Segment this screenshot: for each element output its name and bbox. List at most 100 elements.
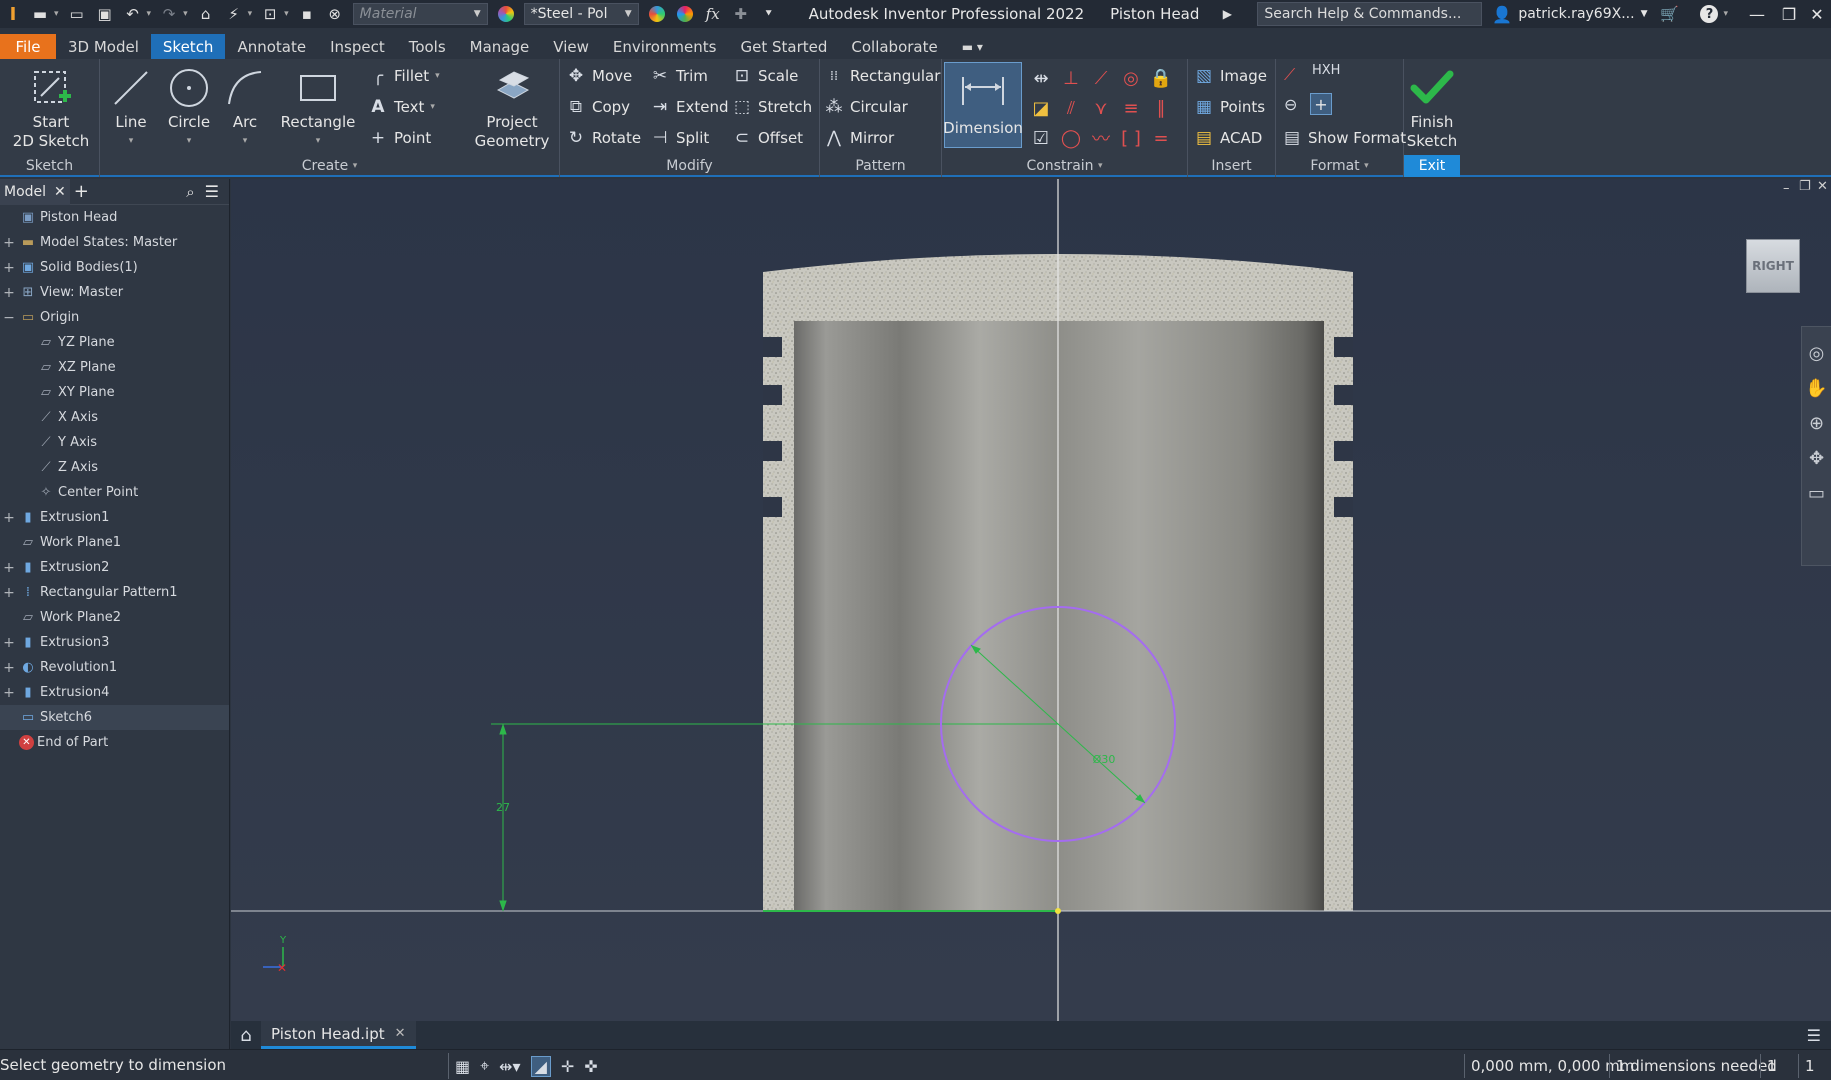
text-button[interactable]: A Text ▾ [368, 94, 434, 120]
undo-dropdown-caret[interactable]: ▾ [147, 9, 152, 19]
expand-icon[interactable]: + [2, 685, 16, 701]
redo-dropdown-caret[interactable]: ▾ [183, 9, 188, 19]
copy-button[interactable]: ⧉ Copy [566, 94, 630, 120]
tab-3d-model[interactable]: 3D Model [56, 34, 151, 59]
expand-icon[interactable]: + [2, 585, 16, 601]
constraint-settings-icon[interactable]: ☑ [1026, 123, 1056, 153]
tree-node[interactable]: + ⊞ View: Master [0, 280, 229, 305]
tab-file[interactable]: File [0, 34, 56, 59]
tree-node[interactable]: ▱ YZ Plane [0, 330, 229, 355]
tree-node[interactable]: ✧ Center Point [0, 480, 229, 505]
add-icon[interactable]: ✚ [729, 2, 753, 26]
image-button[interactable]: ▧ Image [1194, 63, 1267, 89]
restore-icon[interactable]: ❐ [1774, 2, 1804, 26]
material-select[interactable]: Material ▼ [352, 3, 488, 25]
tree-node[interactable]: + ▮ Extrusion3 [0, 630, 229, 655]
new-dropdown-caret[interactable]: ▾ [54, 9, 59, 19]
search-icon[interactable]: ⌕ [180, 183, 200, 201]
save-icon[interactable]: ▣ [93, 2, 117, 26]
tree-node[interactable]: ▣ Piston Head [0, 205, 229, 230]
dimension-button[interactable]: Dimension [943, 62, 1023, 148]
dimension-display-icon[interactable]: ⇹▾ [499, 1057, 520, 1076]
scale-button[interactable]: ⊡ Scale [732, 63, 798, 89]
adjust-appearance-icon[interactable] [645, 2, 669, 26]
pan-hand-icon[interactable]: ✋ [1805, 378, 1827, 399]
home-icon[interactable]: ⌂ [231, 1021, 261, 1049]
project-geometry-button[interactable]: Project Geometry [470, 63, 554, 151]
expand-icon[interactable]: + [2, 235, 16, 251]
open-folder-icon[interactable]: ▭ [65, 2, 89, 26]
material-browser-icon[interactable]: ⊗ [323, 2, 347, 26]
tab-annotate[interactable]: Annotate [225, 34, 318, 59]
tree-node[interactable]: − ▭ Origin [0, 305, 229, 330]
sketch-canvas[interactable]: 27 Ø30 Y ✕ [231, 179, 1831, 1021]
expand-icon[interactable]: + [2, 660, 16, 676]
close-icon[interactable]: ✕ [54, 184, 66, 200]
start-2d-sketch-button[interactable]: Start 2D Sketch [10, 63, 92, 151]
equal-icon[interactable]: = [1146, 123, 1176, 153]
tree-node[interactable]: ⟋ Y Axis [0, 430, 229, 455]
point-button[interactable]: + Point [368, 125, 431, 151]
tree-node[interactable]: ▱ XZ Plane [0, 355, 229, 380]
tree-node[interactable]: ▱ Work Plane2 [0, 605, 229, 630]
move-button[interactable]: ✥ Move [566, 63, 632, 89]
rotate-button[interactable]: ↻ Rotate [566, 125, 641, 151]
search-input[interactable]: Search Help & Commands... [1257, 2, 1483, 26]
panel-label-create[interactable]: Create ▾ [100, 155, 559, 177]
parameters-fx-icon[interactable]: fx [701, 2, 725, 26]
tab-model[interactable]: Model ✕ [0, 178, 70, 205]
close-icon[interactable]: ✕ [1802, 2, 1831, 26]
tangent-icon[interactable]: ◯ [1056, 123, 1086, 153]
viewport-close-icon[interactable]: ✕ [1817, 179, 1828, 194]
dimension-value-27[interactable]: 27 [496, 801, 510, 814]
ribbon-display-toggle[interactable]: ▬ ▾ [950, 34, 995, 59]
tree-node[interactable]: ▭ Sketch6 [0, 705, 229, 730]
appearance-sphere-icon[interactable] [494, 2, 518, 26]
tab-collaborate[interactable]: Collaborate [839, 34, 949, 59]
circle-button[interactable]: Circle ▾ [162, 63, 216, 151]
symmetric-icon[interactable]: [ ] [1116, 123, 1146, 153]
centerline-icon[interactable]: HXH [1312, 63, 1340, 78]
tab-get-started[interactable]: Get Started [728, 34, 839, 59]
center-point-format-icon[interactable]: ⊖ [1284, 95, 1297, 114]
finish-sketch-button[interactable]: Finish Sketch [1404, 63, 1460, 151]
concentric-icon[interactable]: ◎ [1116, 63, 1146, 93]
grid-display-icon[interactable]: ▦ [455, 1057, 470, 1076]
expand-icon[interactable]: + [2, 285, 16, 301]
stretch-button[interactable]: ⬚ Stretch [732, 94, 812, 120]
close-icon[interactable]: ✕ [395, 1026, 406, 1041]
tab-manage[interactable]: Manage [458, 34, 542, 59]
tree-node[interactable]: + ◐ Revolution1 [0, 655, 229, 680]
expand-icon[interactable]: + [2, 560, 16, 576]
show-constraints-icon[interactable]: ◪ [1026, 93, 1056, 123]
viewport-restore-icon[interactable]: ❐ [1799, 179, 1811, 194]
fix-lock-icon[interactable]: 🔒 [1146, 63, 1176, 93]
trim-button[interactable]: ✂ Trim [650, 63, 708, 89]
tab-sketch[interactable]: Sketch [150, 34, 226, 59]
tree-node[interactable]: + ▣ Solid Bodies(1) [0, 255, 229, 280]
measure-dropdown-caret[interactable]: ▾ [284, 9, 289, 19]
tree-node[interactable]: ▱ XY Plane [0, 380, 229, 405]
rectangular-pattern-button[interactable]: ⁞⁞ Rectangular [824, 63, 941, 89]
add-browser-tab-icon[interactable]: + [70, 179, 93, 205]
customize-qa-icon[interactable]: ⯆ [757, 2, 781, 26]
mirror-button[interactable]: ⋀ Mirror [824, 125, 894, 151]
tree-node[interactable]: ▱ Work Plane1 [0, 530, 229, 555]
viewport-minimize-icon[interactable]: – [1783, 181, 1790, 196]
minimize-icon[interactable]: — [1742, 2, 1772, 26]
dimension-value-diameter[interactable]: Ø30 [1093, 753, 1116, 766]
orbit-icon[interactable]: ✥ [1809, 448, 1824, 469]
show-format-button[interactable]: ▤ Show Format [1282, 125, 1406, 151]
cart-icon[interactable]: 🛒 [1657, 2, 1681, 26]
hamburger-menu-icon[interactable]: ☰ [201, 182, 229, 201]
tree-node[interactable]: + ▮ Extrusion2 [0, 555, 229, 580]
rectangle-button[interactable]: Rectangle ▾ [278, 63, 358, 151]
select-filter-icon[interactable]: ⚡ [222, 2, 246, 26]
collapse-icon[interactable]: − [2, 310, 16, 326]
tab-view[interactable]: View [541, 34, 601, 59]
tree-node[interactable]: ✕ End of Part [0, 730, 229, 755]
line-button[interactable]: Line ▾ [108, 63, 154, 151]
home-icon[interactable]: ⌂ [194, 2, 218, 26]
help-icon[interactable]: ? [1697, 2, 1721, 26]
split-button[interactable]: ⊣ Split [650, 125, 710, 151]
